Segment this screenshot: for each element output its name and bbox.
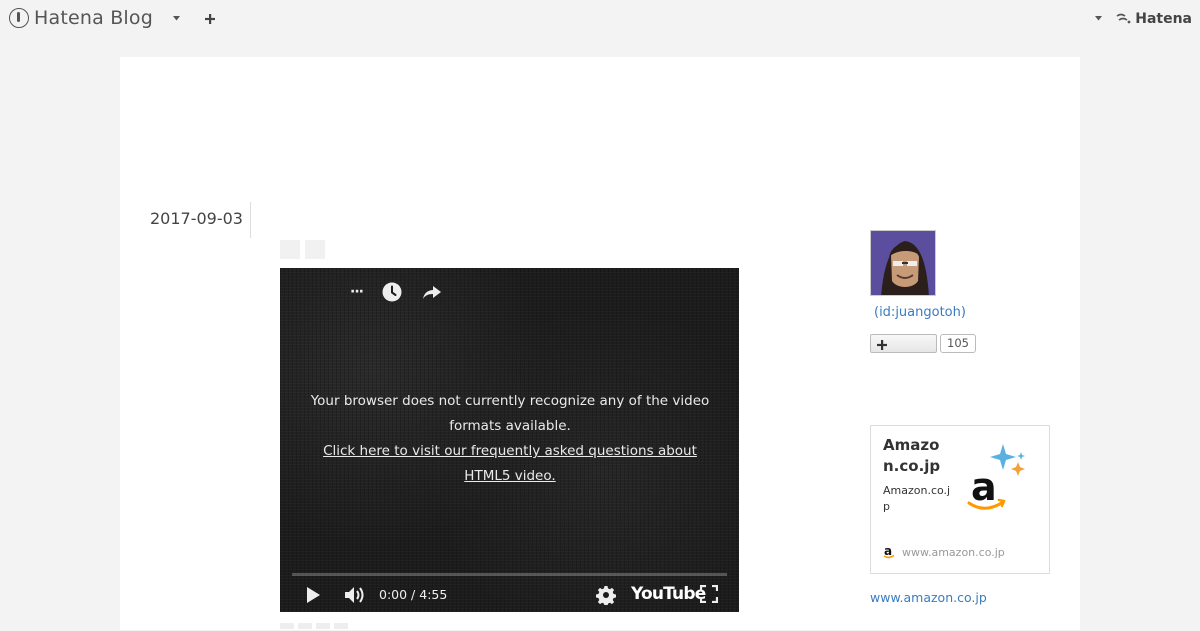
amazon-card-description: Amazon.co.jp [883,484,951,513]
date-divider [250,202,251,238]
play-icon[interactable] [305,585,321,605]
video-top-controls: ··· [350,282,442,302]
hatena-logo-icon [1116,13,1131,24]
placeholder-block [280,623,294,629]
hatena-blog-logo[interactable]: Hatena Blog [9,6,153,30]
placeholder-block [334,623,348,629]
hatena-brand-link[interactable]: Hatena [1116,10,1192,28]
amazon-card-site: a www.amazon.co.jp [883,545,1005,559]
placeholder-block [298,623,312,629]
amazon-link-card[interactable]: Amazon.co.jp Amazon.co.jp a a www.amazon… [870,425,1050,574]
share-button-placeholder[interactable] [280,240,300,259]
amazon-text-link[interactable]: www.amazon.co.jp [870,590,987,605]
account-menu-caret-icon[interactable] [1093,13,1103,23]
avatar-image [871,231,935,295]
amazon-logo-icon: a [967,444,1025,510]
profile-avatar[interactable] [870,230,936,296]
time-current: 0:00 [379,587,408,602]
video-progress-bar[interactable] [292,573,727,576]
youtube-logo[interactable]: YouTube [631,584,706,604]
subscribe-button[interactable] [870,334,937,353]
hatena-brand-text: Hatena [1135,11,1192,27]
global-header: Hatena Blog Hatena [0,0,1200,38]
unsupported-format-text: Your browser does not currently recogniz… [310,393,710,434]
time-display: 0:00 / 4:55 [379,587,447,602]
logo-text: Hatena Blog [34,7,153,29]
content-panel: 2017-09-03 ··· Your browser does not cur… [120,57,1080,630]
time-total: 4:55 [419,587,448,602]
blog-menu-caret-icon[interactable] [171,13,181,23]
placeholder-block [316,623,330,629]
html5-faq-link[interactable]: Click here to visit our frequently asked… [323,443,697,484]
new-post-plus-icon[interactable] [203,11,217,25]
share-arrow-icon[interactable] [422,282,442,302]
subscriber-count: 105 [940,334,976,353]
fullscreen-icon[interactable] [700,585,718,603]
amazon-favicon-icon: a [883,545,895,559]
more-options-icon[interactable]: ··· [350,284,364,300]
share-buttons-placeholder [280,240,325,259]
amazon-card-site-text: www.amazon.co.jp [902,545,1005,559]
time-separator: / [407,587,420,602]
profile-id-link[interactable]: (id:juangotoh) [874,305,966,320]
amazon-card-title: Amazon.co.jp [883,436,941,475]
share-button-placeholder[interactable] [305,240,325,259]
gear-icon[interactable] [596,585,616,605]
svg-text:a: a [971,465,997,509]
hatena-blog-logo-icon [9,8,29,28]
entry-date[interactable]: 2017-09-03 [150,209,243,228]
plus-icon [877,340,887,350]
volume-icon[interactable] [344,585,366,605]
clock-icon[interactable] [382,282,402,302]
youtube-video-player[interactable]: ··· Your browser does not currently reco… [280,268,739,612]
video-error-message: Your browser does not currently recogniz… [310,389,710,489]
video-control-bar: 0:00 / 4:55 YouTube [280,581,739,609]
